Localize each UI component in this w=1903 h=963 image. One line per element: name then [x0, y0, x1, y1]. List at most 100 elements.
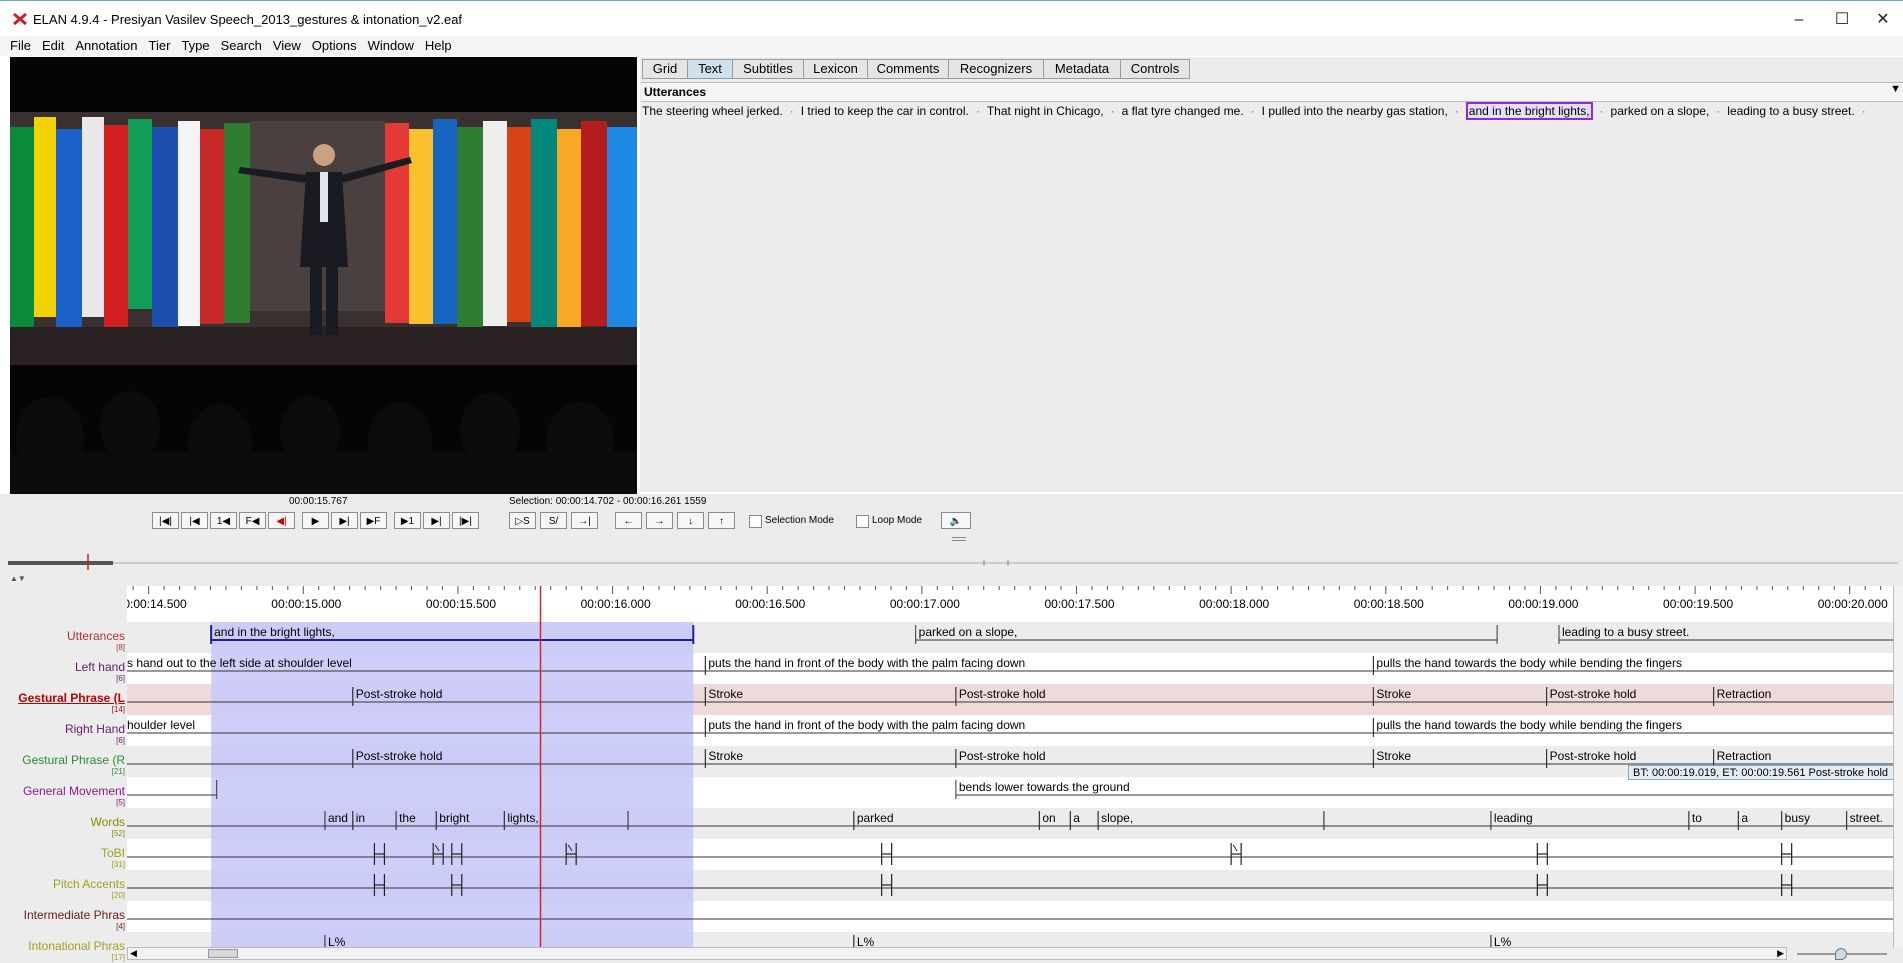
annotation-text: and: [328, 811, 348, 825]
annotation-text: Post-stroke hold: [959, 749, 1046, 763]
menu-help[interactable]: Help: [420, 36, 458, 56]
zoom-slider[interactable]: [1797, 948, 1887, 960]
volume-icon[interactable]: 🔈: [941, 512, 971, 529]
utterance-text[interactable]: The steering wheel jerked. · I tried to ke…: [642, 102, 1897, 122]
tier-label[interactable]: General Movement: [23, 784, 125, 798]
annotation-text: street.: [1850, 811, 1883, 825]
window-title: ELAN 4.9.4 - Presiyan Vasilev Speech_201…: [33, 12, 463, 27]
ruler-tick-label: 00:00:20.000: [1818, 597, 1888, 611]
utterance-separator: ·: [1250, 104, 1255, 118]
tab-controls[interactable]: Controls: [1120, 59, 1190, 79]
tab-text[interactable]: Text: [687, 59, 733, 79]
menu-options[interactable]: Options: [307, 36, 363, 56]
utterance-item[interactable]: parked on a slope,: [1611, 104, 1710, 118]
selection-start-button[interactable]: ▷S: [509, 512, 536, 529]
tier-label[interactable]: Gestural Phrase (R: [22, 753, 125, 767]
tab-comments[interactable]: Comments: [867, 59, 949, 79]
next-frame-button[interactable]: ▶|: [423, 512, 450, 529]
tier-label[interactable]: Utterances: [67, 629, 125, 643]
next-annotation-button[interactable]: →: [646, 512, 673, 529]
tab-subtitles[interactable]: Subtitles: [732, 59, 804, 79]
go-to-begin-button[interactable]: |◀|: [152, 512, 179, 529]
utterance-item[interactable]: That night in Chicago,: [987, 104, 1104, 118]
text-tier-name: Utterances: [644, 85, 707, 99]
step-back-second-button[interactable]: 1◀: [210, 512, 237, 529]
menu-annotation[interactable]: Annotation: [70, 36, 143, 56]
selection-mode-checkbox[interactable]: [749, 515, 762, 528]
annotation-text: bends lower towards the ground: [959, 780, 1130, 794]
tab-lexicon[interactable]: Lexicon: [803, 59, 868, 79]
maximize-icon[interactable]: ☐: [1822, 7, 1862, 33]
timeline-vertical-scrollbar[interactable]: [1893, 586, 1903, 948]
previous-annotation-button[interactable]: ←: [615, 512, 642, 529]
scrollbar-thumb[interactable]: [208, 949, 238, 958]
annotation-tooltip: BT: 00:00:19.019, ET: 00:00:19.561 Post-…: [1628, 765, 1895, 780]
tier-down-button[interactable]: ↓: [677, 512, 704, 529]
menu-tier[interactable]: Tier: [144, 36, 177, 56]
annotation-text: Post-stroke hold: [1550, 749, 1637, 763]
annotation-text: Post-stroke hold: [356, 687, 443, 701]
selection-end-button[interactable]: →|: [571, 512, 598, 529]
tab-metadata[interactable]: Metadata: [1043, 59, 1121, 79]
menu-file[interactable]: File: [0, 36, 37, 56]
ruler-tick-label: 00:00:16.000: [581, 597, 651, 611]
play-button[interactable]: ▶: [302, 512, 329, 529]
close-icon[interactable]: ✕: [1863, 7, 1903, 33]
tier-up-button[interactable]: ↑: [708, 512, 735, 529]
scroll-left-icon[interactable]: ◀: [130, 948, 137, 959]
timeline-scrollbar[interactable]: ◀ ▶: [127, 947, 1787, 960]
tier-label[interactable]: ToBI: [101, 846, 125, 860]
utterance-item[interactable]: I pulled into the nearby gas station,: [1262, 104, 1448, 118]
zoom-slider-thumb[interactable]: [1835, 948, 1847, 960]
utterance-separator: ·: [975, 104, 980, 118]
video-player[interactable]: [10, 57, 637, 494]
overview-strip[interactable]: [8, 554, 1898, 572]
menu-view[interactable]: View: [268, 36, 307, 56]
play-selection-backward-button[interactable]: ◀|: [268, 512, 295, 529]
tier-annotation-count: [6]: [116, 674, 125, 683]
menu-edit[interactable]: Edit: [37, 36, 70, 56]
ruler-tick-label: 00:00:15.000: [271, 597, 341, 611]
play-selection-button[interactable]: ▶|: [331, 512, 358, 529]
elan-logo-icon: [13, 12, 27, 26]
tier-annotation-count: [6]: [116, 736, 125, 745]
text-tier-selector[interactable]: Utterances ▼: [641, 82, 1903, 102]
scroll-right-icon[interactable]: ▶: [1777, 948, 1784, 959]
tab-grid[interactable]: Grid: [642, 59, 688, 79]
previous-frame-button[interactable]: |◀: [181, 512, 208, 529]
go-to-end-button[interactable]: |▶|: [452, 512, 479, 529]
expand-collapse-icon[interactable]: ▲▼: [10, 574, 26, 583]
tier-label[interactable]: Left hand: [75, 660, 125, 674]
tier-label[interactable]: Gestural Phrase (L: [18, 691, 125, 705]
tier-label[interactable]: Intermediate Phras: [24, 908, 125, 922]
annotation-text: the: [399, 811, 416, 825]
tier-label[interactable]: Pitch Accents: [53, 877, 125, 891]
utterance-item[interactable]: a flat tyre changed me.: [1122, 104, 1244, 118]
step-forward-second-button[interactable]: ▶1: [394, 512, 421, 529]
chevron-down-icon[interactable]: ▼: [1890, 83, 1901, 95]
loop-mode-checkbox[interactable]: [856, 515, 869, 528]
minimize-icon[interactable]: –: [1779, 7, 1819, 33]
utterance-item[interactable]: I tried to keep the car in control.: [801, 104, 969, 118]
step-back-frame-button[interactable]: F◀: [239, 512, 266, 529]
ruler-tick-label: 00:00:19.000: [1508, 597, 1578, 611]
menu-search[interactable]: Search: [216, 36, 268, 56]
splitter-handle[interactable]: [952, 537, 966, 541]
annotation-text: in: [356, 811, 365, 825]
menu-window[interactable]: Window: [363, 36, 420, 56]
tier-label[interactable]: Intonational Phras: [28, 939, 125, 953]
menu-type[interactable]: Type: [176, 36, 215, 56]
annotation-text: Post-stroke hold: [1550, 687, 1637, 701]
tier-label[interactable]: Words: [91, 815, 125, 829]
annotation-text: leading to a busy street.: [1562, 625, 1689, 639]
tier-label[interactable]: Right Hand: [65, 722, 125, 736]
annotation-text: houlder level: [127, 718, 195, 732]
utterance-selected[interactable]: and in the bright lights,: [1465, 102, 1593, 120]
utterance-separator: ·: [1454, 104, 1459, 118]
current-time: 00:00:15.767: [289, 496, 348, 507]
utterance-item[interactable]: The steering wheel jerked.: [642, 104, 783, 118]
clear-selection-button[interactable]: S/: [540, 512, 567, 529]
utterance-item[interactable]: leading to a busy street.: [1727, 104, 1854, 118]
tab-recognizers[interactable]: Recognizers: [948, 59, 1044, 79]
step-forward-frame-button[interactable]: ▶F: [360, 512, 387, 529]
